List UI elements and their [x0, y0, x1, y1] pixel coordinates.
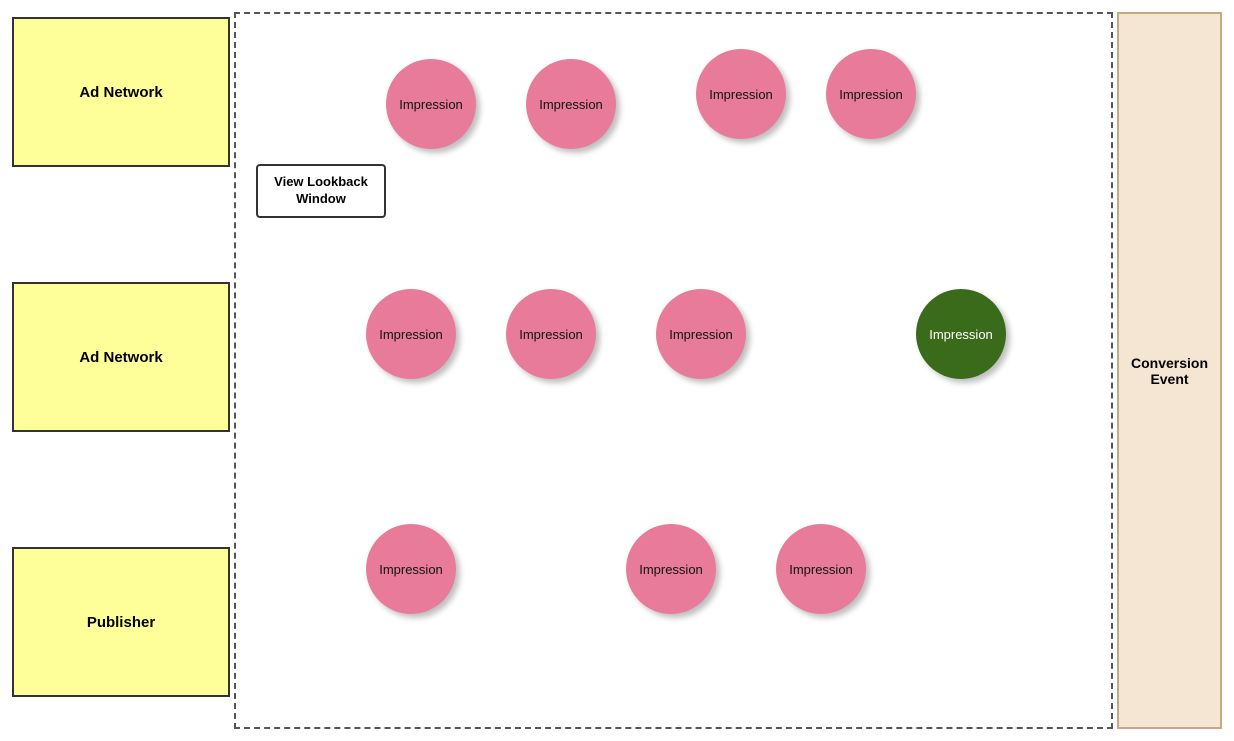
left-sidebar: Ad Network Ad Network Publisher	[12, 12, 230, 729]
center-area: View Lookback Window Impression Impressi…	[234, 12, 1113, 729]
impression-circle-9: Impression	[626, 524, 716, 614]
impression-circle-2: Impression	[526, 59, 616, 149]
impression-circle-10: Impression	[776, 524, 866, 614]
impression-label-green: Impression	[929, 327, 993, 342]
main-container: Ad Network Ad Network Publisher View Loo…	[0, 0, 1234, 741]
publisher-box: Publisher	[12, 547, 230, 697]
ad-network-box-2: Ad Network	[12, 282, 230, 432]
conversion-event-label: Conversion Event	[1119, 355, 1220, 387]
impression-label-2: Impression	[539, 97, 603, 112]
lookback-window-button[interactable]: View Lookback Window	[256, 164, 386, 218]
impression-label-10: Impression	[789, 562, 853, 577]
impression-label-7: Impression	[669, 327, 733, 342]
impression-label-8: Impression	[379, 562, 443, 577]
ad-network-box-1: Ad Network	[12, 17, 230, 167]
impression-circle-6: Impression	[506, 289, 596, 379]
publisher-label: Publisher	[87, 614, 155, 631]
impression-label-3: Impression	[709, 87, 773, 102]
impression-label-1: Impression	[399, 97, 463, 112]
ad-network-label-2: Ad Network	[79, 349, 162, 366]
lookback-button-label: View Lookback Window	[274, 174, 368, 206]
impression-circle-7: Impression	[656, 289, 746, 379]
impression-circle-5: Impression	[366, 289, 456, 379]
impression-label-6: Impression	[519, 327, 583, 342]
impression-circle-green: Impression	[916, 289, 1006, 379]
impression-circle-3: Impression	[696, 49, 786, 139]
ad-network-label-1: Ad Network	[79, 84, 162, 101]
impression-circle-8: Impression	[366, 524, 456, 614]
conversion-event-panel: Conversion Event	[1117, 12, 1222, 729]
impression-label-9: Impression	[639, 562, 703, 577]
impression-label-4: Impression	[839, 87, 903, 102]
impression-label-5: Impression	[379, 327, 443, 342]
impression-circle-1: Impression	[386, 59, 476, 149]
impression-circle-4: Impression	[826, 49, 916, 139]
